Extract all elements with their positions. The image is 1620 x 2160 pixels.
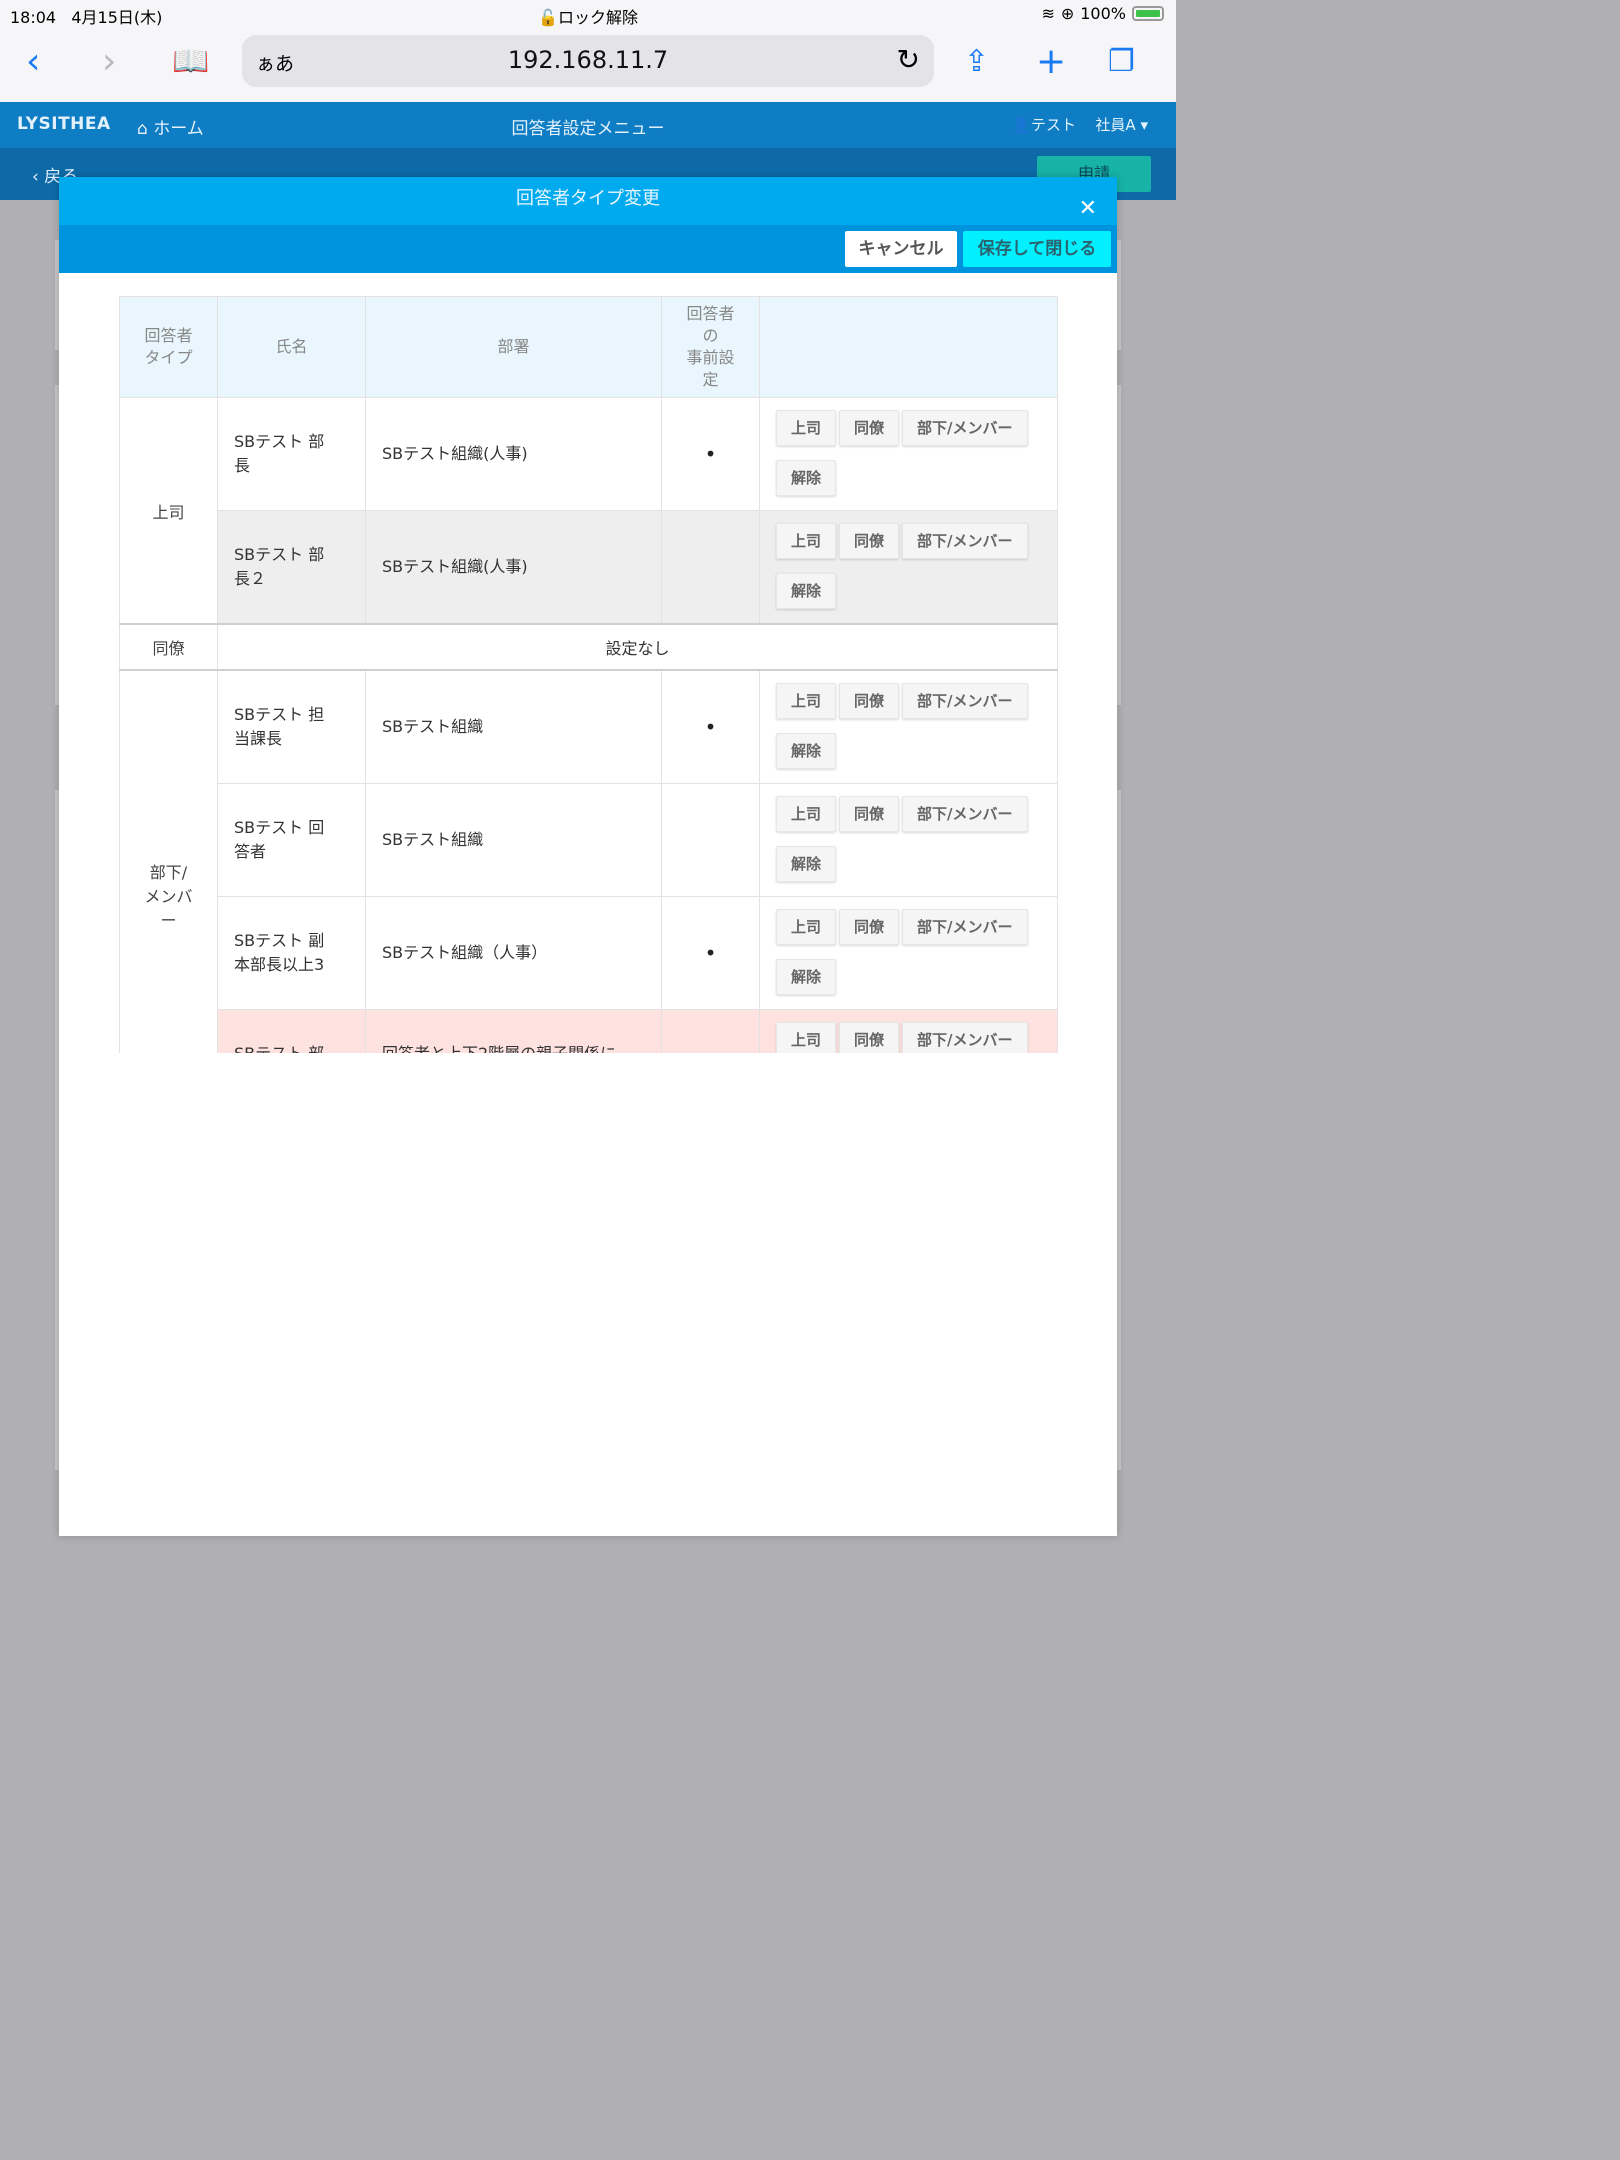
page-title: 回答者設定メニュー <box>511 119 665 139</box>
set-subordinate-button[interactable]: 部下/メンバー <box>902 683 1028 719</box>
table-row: 上司 SBテスト 部 長 SBテスト組織(人事) • 上司 同僚 部下/メンバー解除 <box>119 397 1058 625</box>
status-bar: 18:04 4月15日(木) 🔓ロック解除 ≋ ⊕ 100% <box>0 0 1176 28</box>
cancel-button[interactable]: キャンセル <box>845 231 957 267</box>
column-header-type: 回答者 タイプ <box>119 296 218 398</box>
respondent-type-modal: 回答者タイプ変更 ✕ キャンセル 保存して閉じる 回答者 タイプ 氏名 部署 回… <box>59 177 1117 1536</box>
preset-marker <box>661 1009 760 1053</box>
set-superior-button[interactable]: 上司 <box>776 683 837 719</box>
set-subordinate-button[interactable]: 部下/メンバー <box>902 523 1028 559</box>
respondent-table: 回答者 タイプ 氏名 部署 回答者 の 事前設 定 上司 SBテスト 部 長 S… <box>119 296 1058 1053</box>
row-actions: 上司同僚部下/メンバー解除 <box>759 783 1058 897</box>
respondent-dept: SBテスト組織(人事) <box>365 510 662 625</box>
preset-marker <box>661 510 760 625</box>
preset-marker: • <box>661 896 760 1010</box>
user-icon: 👤 <box>1012 116 1031 134</box>
respondent-name: SBテスト 担 当課長 <box>217 669 366 784</box>
release-button[interactable]: 解除 <box>776 846 837 882</box>
release-button[interactable]: 解除 <box>776 733 837 769</box>
set-superior-button[interactable]: 上司 <box>776 1022 837 1053</box>
respondent-dept: SBテスト組織（人事） <box>365 896 662 1010</box>
back-icon[interactable]: ‹ <box>26 40 40 84</box>
row-actions: 上司同僚部下/メンバー解除 <box>759 510 1058 625</box>
bookmarks-icon[interactable]: 📖 <box>172 40 209 84</box>
set-peer-button[interactable]: 同僚 <box>839 796 900 832</box>
row-actions: 上司同僚部下/メンバー解除 <box>759 896 1058 1010</box>
modal-action-bar: キャンセル 保存して閉じる <box>59 225 1117 273</box>
set-subordinate-button[interactable]: 部下/メンバー <box>902 1022 1028 1053</box>
battery-icon <box>1132 6 1164 21</box>
chevron-left-icon: ‹ <box>32 167 45 187</box>
set-superior-button[interactable]: 上司 <box>776 909 837 945</box>
battery-percent: 100% <box>1080 4 1126 23</box>
tabs-icon[interactable]: ❐ <box>1108 40 1135 84</box>
set-subordinate-button[interactable]: 部下/メンバー <box>902 909 1028 945</box>
set-subordinate-button[interactable]: 部下/メンバー <box>902 410 1028 446</box>
browser-toolbar: ‹ › 📖 ぁあ 192.168.11.7 ↻ ⇪ + ❐ <box>0 28 1176 102</box>
set-subordinate-button[interactable]: 部下/メンバー <box>902 796 1028 832</box>
respondent-dept: SBテスト組織 <box>365 669 662 784</box>
set-peer-button[interactable]: 同僚 <box>839 683 900 719</box>
lock-status: 🔓ロック解除 <box>538 8 638 27</box>
modal-header: 回答者タイプ変更 ✕ <box>59 177 1117 225</box>
set-peer-button[interactable]: 同僚 <box>839 1022 900 1053</box>
table-row: SBテスト 部 長２ SBテスト組織(人事) 上司 同僚 部下/メンバー解除 <box>120 510 1058 625</box>
column-header-dept: 部署 <box>365 296 662 398</box>
lock-icon: 🔓 <box>538 8 558 27</box>
row-actions: 上司同僚部下/メンバー解除 <box>759 397 1058 511</box>
role-dropdown[interactable]: 社員A ▾ <box>1095 114 1148 135</box>
share-icon[interactable]: ⇪ <box>964 40 989 84</box>
set-peer-button[interactable]: 同僚 <box>839 410 900 446</box>
group-label-superior: 上司 <box>119 397 218 625</box>
status-right: ≋ ⊕ 100% <box>1041 4 1164 23</box>
respondent-name: SBテスト 部 長3 <box>217 1009 366 1053</box>
column-header-actions <box>759 296 1058 398</box>
preset-marker: • <box>661 397 760 511</box>
reload-icon[interactable]: ↻ <box>897 43 920 76</box>
url-text[interactable]: 192.168.11.7 <box>242 46 934 74</box>
release-button[interactable]: 解除 <box>776 959 837 995</box>
release-button[interactable]: 解除 <box>776 460 837 496</box>
set-superior-button[interactable]: 上司 <box>776 523 837 559</box>
column-header-name: 氏名 <box>217 296 366 398</box>
preset-marker <box>661 783 760 897</box>
set-peer-button[interactable]: 同僚 <box>839 523 900 559</box>
preset-marker: • <box>661 669 760 784</box>
set-superior-button[interactable]: 上司 <box>776 410 837 446</box>
respondent-name: SBテスト 部 長２ <box>217 510 366 625</box>
group-label-peer: 同僚 <box>119 623 218 671</box>
caret-down-icon: ▾ <box>1140 116 1148 134</box>
app-header: LYSITHEA ⌂ ホーム 回答者設定メニュー 👤テスト 社員A ▾ <box>0 102 1176 148</box>
table-row: 部下/ メンバ ー SBテスト 担 当課長 SBテスト組織 • 上司 同僚 部下/メ… <box>119 669 1058 1053</box>
row-actions: 上司同僚部下/メンバー解除 <box>759 1009 1058 1053</box>
table-row: SBテスト 部 長3 回答者と上下2階層の親子関係に ない部署 上司同僚部下/メ… <box>120 1009 1058 1053</box>
respondent-name: SBテスト 部 長 <box>217 397 366 511</box>
table-row: 同僚 設定なし <box>119 623 1058 671</box>
set-superior-button[interactable]: 上司 <box>776 796 837 832</box>
modal-title: 回答者タイプ変更 <box>516 188 660 209</box>
group-label-subordinate: 部下/ メンバ ー <box>119 669 218 1053</box>
table-row: SBテスト 副 本部長以上3 SBテスト組織（人事） • 上司 同僚 部下/メンバー… <box>120 896 1058 1010</box>
set-peer-button[interactable]: 同僚 <box>839 909 900 945</box>
rotation-lock-icon: ⊕ <box>1060 4 1075 23</box>
address-bar[interactable]: ぁあ 192.168.11.7 ↻ <box>242 35 934 87</box>
wifi-icon: ≋ <box>1041 4 1055 23</box>
respondent-name: SBテスト 回 答者 <box>217 783 366 897</box>
respondent-dept: SBテスト組織(人事) <box>365 397 662 511</box>
forward-icon[interactable]: › <box>102 40 116 84</box>
no-setting-label: 設定なし <box>217 623 1058 671</box>
release-button[interactable]: 解除 <box>776 573 837 609</box>
respondent-table-scroll[interactable]: 回答者 タイプ 氏名 部署 回答者 の 事前設 定 上司 SBテスト 部 長 S… <box>119 296 1058 1053</box>
save-close-button[interactable]: 保存して閉じる <box>963 231 1111 267</box>
table-row: SBテスト 回 答者 SBテスト組織 上司 同僚 部下/メンバー解除 <box>120 783 1058 897</box>
user-menu[interactable]: 👤テスト <box>1012 114 1076 135</box>
respondent-dept: 回答者と上下2階層の親子関係に ない部署 <box>365 1009 662 1053</box>
row-actions: 上司同僚部下/メンバー解除 <box>759 669 1058 784</box>
new-tab-icon[interactable]: + <box>1036 40 1066 84</box>
respondent-name: SBテスト 副 本部長以上3 <box>217 896 366 1010</box>
column-header-preset: 回答者 の 事前設 定 <box>661 296 760 398</box>
respondent-dept: SBテスト組織 <box>365 783 662 897</box>
